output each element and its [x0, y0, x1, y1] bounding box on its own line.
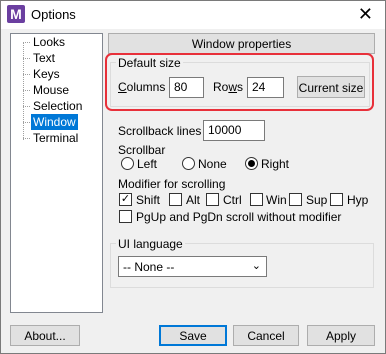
ui-language-value: -- None -- [123, 260, 175, 274]
modifier-label: Modifier for scrolling [118, 177, 226, 191]
panel-header: Window properties [108, 33, 375, 54]
tree-branch [23, 42, 30, 43]
about-button[interactable]: About... [10, 325, 80, 346]
tree-branch [23, 106, 30, 107]
scrollbar-none-label[interactable]: None [198, 157, 227, 171]
tree-item-window[interactable]: Window [31, 114, 78, 130]
save-button[interactable]: Save [159, 325, 227, 346]
pgup-pgdn-checkbox[interactable] [119, 210, 132, 223]
scrollbar-none-radio[interactable] [182, 157, 195, 170]
tree-item-keys[interactable]: Keys [31, 66, 62, 82]
tree-branch [23, 138, 30, 139]
category-tree[interactable]: Looks Text Keys Mouse Selection Window T… [10, 33, 103, 313]
cancel-button[interactable]: Cancel [233, 325, 299, 346]
alt-label[interactable]: Alt [186, 193, 200, 207]
shift-label[interactable]: Shift [136, 193, 160, 207]
hyp-checkbox[interactable] [330, 193, 343, 206]
tree-branch [23, 74, 30, 75]
title-bar[interactable]: M Options ✕ [1, 1, 385, 29]
tree-item-terminal[interactable]: Terminal [31, 130, 80, 146]
tree-branch [23, 90, 30, 91]
ui-language-label: UI language [116, 237, 185, 251]
hyp-label[interactable]: Hyp [347, 193, 368, 207]
sup-label[interactable]: Sup [306, 193, 327, 207]
pgup-pgdn-label[interactable]: PgUp and PgDn scroll without modifier [136, 210, 341, 224]
options-window: M Options ✕ Looks Text Keys Mouse Select… [0, 0, 386, 354]
scrollback-label: Scrollback lines [118, 124, 202, 138]
scrollbar-right-label[interactable]: Right [261, 157, 289, 171]
ctrl-checkbox[interactable] [206, 193, 219, 206]
close-icon[interactable]: ✕ [358, 4, 373, 25]
scrollback-input[interactable]: 10000 [203, 120, 265, 141]
tree-connector [23, 42, 24, 140]
tree-item-text[interactable]: Text [31, 50, 57, 66]
win-checkbox[interactable] [250, 193, 263, 206]
window-title: Options [31, 7, 76, 22]
scrollbar-right-radio[interactable] [245, 157, 258, 170]
chevron-down-icon: ⌄ [251, 260, 261, 272]
tree-item-selection[interactable]: Selection [31, 98, 84, 114]
tree-item-mouse[interactable]: Mouse [31, 82, 71, 98]
ui-language-select[interactable]: -- None -- ⌄ [118, 256, 267, 277]
shift-checkbox[interactable]: ✓ [119, 193, 132, 206]
scrollbar-label: Scrollbar [118, 143, 166, 157]
apply-button[interactable]: Apply [307, 325, 375, 346]
tree-item-looks[interactable]: Looks [31, 34, 67, 50]
ctrl-label[interactable]: Ctrl [223, 193, 242, 207]
scrollbar-left-label[interactable]: Left [137, 157, 157, 171]
sup-checkbox[interactable] [289, 193, 302, 206]
highlight-box [105, 53, 374, 111]
app-icon: M [7, 5, 25, 23]
tree-branch [23, 122, 30, 123]
tree-branch [23, 58, 30, 59]
win-label[interactable]: Win [266, 193, 287, 207]
scrollbar-left-radio[interactable] [121, 157, 134, 170]
alt-checkbox[interactable] [169, 193, 182, 206]
